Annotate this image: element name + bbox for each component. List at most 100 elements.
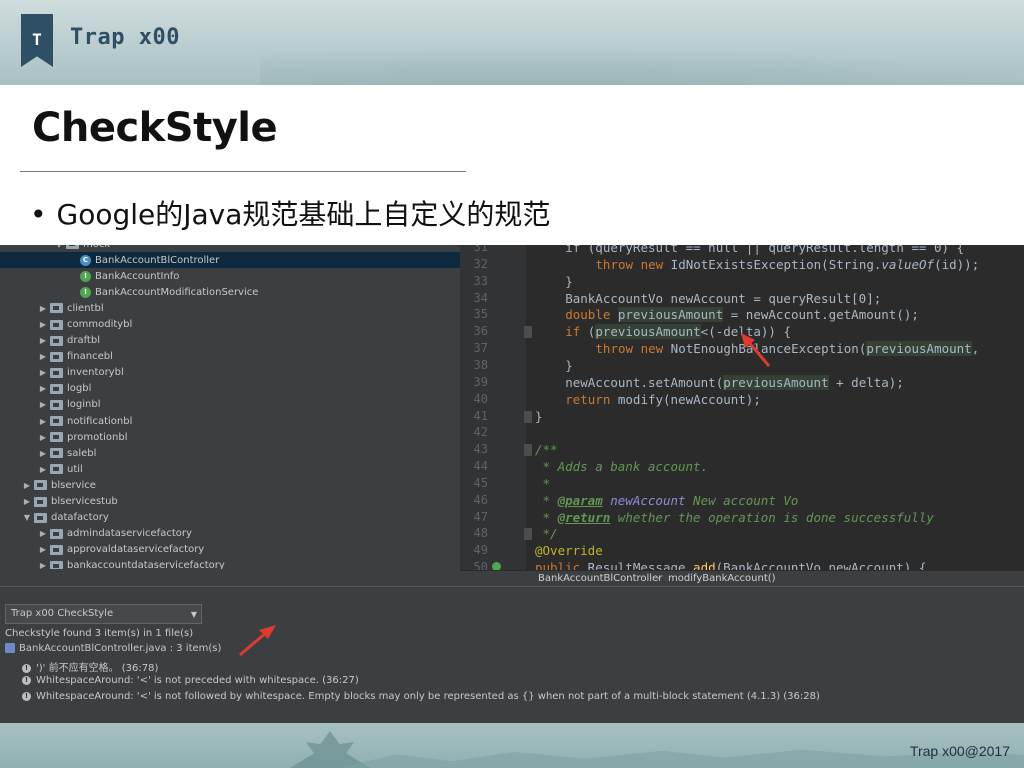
line-number: 36 [473, 324, 488, 339]
code-line[interactable]: 45 * [460, 476, 1024, 493]
line-number: 41 [473, 408, 488, 423]
code-text: BankAccountVo newAccount = queryResult[0… [565, 290, 882, 306]
tree-item[interactable]: C BankAccountBlController [0, 252, 460, 269]
checkstyle-item[interactable]: ! WhitespaceAround: '<' is not preceded w… [22, 675, 359, 686]
tree-item[interactable]: ▶ blservicestub [0, 494, 460, 510]
tree-item-label: approvaldataservicefactory [67, 544, 205, 556]
logo-badge-icon: T [21, 14, 53, 67]
tree-item[interactable]: ▶ inventorybl [0, 365, 460, 381]
expand-right-icon[interactable]: ▶ [38, 433, 48, 442]
expand-right-icon[interactable]: ▶ [38, 417, 48, 426]
checkstyle-profile-select[interactable]: Trap x00 CheckStyle ▼ [5, 604, 202, 624]
code-line[interactable]: 42 [460, 425, 1024, 442]
interface-icon: I [80, 270, 91, 282]
warning-icon: ! [22, 691, 31, 701]
tree-item[interactable]: ▶ commoditybl [0, 316, 460, 332]
fold-marker-icon[interactable] [524, 410, 532, 423]
package-folder-icon [50, 303, 63, 314]
code-text: if (queryResult == null || queryResult.l… [565, 245, 965, 255]
code-line[interactable]: 43 /** [460, 442, 1024, 459]
code-line[interactable]: 44 * Adds a bank account. [460, 459, 1024, 476]
tree-item-label: loginbl [67, 399, 101, 411]
tree-item[interactable]: ▼ mock [0, 245, 460, 252]
tree-item-label: admindataservicefactory [67, 528, 192, 540]
line-number: 47 [473, 509, 488, 524]
expand-right-icon[interactable]: ▶ [22, 481, 32, 490]
expand-right-icon[interactable]: ▶ [38, 320, 48, 329]
code-text: return modify(newAccount); [565, 391, 761, 407]
expand-right-icon[interactable]: ▶ [38, 336, 48, 345]
tree-item[interactable]: ▶ salebl [0, 445, 460, 461]
expand-right-icon[interactable]: ▶ [38, 449, 48, 458]
expand-right-icon[interactable]: ▶ [38, 545, 48, 554]
expand-right-icon[interactable]: ▶ [38, 400, 48, 409]
package-folder-icon [34, 512, 47, 523]
tree-item[interactable]: I BankAccountModificationService [0, 284, 460, 300]
checkstyle-item[interactable]: ! ')' 前不应有空格。 (36:78) [22, 659, 158, 674]
line-number: 31 [473, 245, 488, 254]
code-line[interactable]: 40 return modify(newAccount); [460, 392, 1024, 409]
expand-right-icon[interactable]: ▶ [38, 352, 48, 361]
code-line[interactable]: 41} [460, 409, 1024, 426]
tree-item[interactable]: ▶ admindataservicefactory [0, 526, 460, 542]
code-line[interactable]: 47 * @return whether the operation is do… [460, 510, 1024, 527]
tree-item[interactable]: ▶ clientbl [0, 300, 460, 316]
tree-item-label: commoditybl [67, 319, 133, 331]
code-line[interactable]: 31 if (queryResult == null || queryResult… [460, 245, 1024, 257]
tree-item-label: salebl [67, 447, 97, 459]
tree-item[interactable]: ▶ loginbl [0, 397, 460, 413]
tree-item-label: inventorybl [67, 367, 124, 379]
breadcrumb-class[interactable]: BankAccountBlController [538, 573, 662, 584]
tree-item[interactable]: I BankAccountInfo [0, 268, 460, 284]
code-line[interactable]: 32 throw new IdNotExistsException(String.… [460, 257, 1024, 274]
tree-item[interactable]: ▶ blservice [0, 477, 460, 493]
tree-item[interactable]: ▶ bankaccountdataservicefactory [0, 558, 460, 569]
code-line[interactable]: 39 newAccount.setAmount(previousAmount + … [460, 374, 1024, 392]
tree-item[interactable]: ▶ util [0, 461, 460, 477]
fold-marker-icon[interactable] [524, 528, 532, 541]
code-line[interactable]: 46 * @param newAccount New account Vo [460, 493, 1024, 510]
code-line[interactable]: 48 */ [460, 526, 1024, 543]
expand-right-icon[interactable]: ▶ [38, 304, 48, 313]
tree-item[interactable]: ▶ draftbl [0, 333, 460, 349]
tree-item[interactable]: ▶ promotionbl [0, 429, 460, 445]
expand-down-icon[interactable]: ▼ [54, 245, 64, 249]
tree-item[interactable]: ▶ approvaldataservicefactory [0, 542, 460, 558]
breadcrumb-separator: › [656, 573, 660, 584]
line-number: 39 [473, 374, 488, 389]
breadcrumb-method[interactable]: modifyBankAccount() [668, 573, 776, 584]
tree-item-label: logbl [67, 383, 92, 395]
line-number: 48 [473, 526, 488, 541]
tree-item-label: mock [83, 245, 110, 250]
tree-item[interactable]: ▶ financebl [0, 349, 460, 365]
override-marker-icon[interactable] [492, 562, 501, 570]
expand-right-icon[interactable]: ▶ [38, 384, 48, 393]
code-line[interactable]: 33} [460, 274, 1024, 291]
slide-bullet: • Google的Java规范基础上自定义的规范 [30, 193, 550, 233]
fold-marker-icon[interactable] [524, 444, 532, 457]
code-editor[interactable]: 31 if (queryResult == null || queryResult… [460, 245, 1024, 570]
line-number: 32 [473, 256, 488, 271]
line-number: 44 [473, 459, 488, 474]
expand-right-icon[interactable]: ▶ [38, 368, 48, 377]
tree-item[interactable]: ▼ datafactory [0, 510, 460, 526]
expand-right-icon[interactable]: ▶ [38, 561, 48, 569]
expand-down-icon[interactable]: ▼ [22, 513, 32, 522]
code-line[interactable]: 34 BankAccountVo newAccount = queryResult… [460, 291, 1024, 308]
tree-item[interactable]: ▶ notificationbl [0, 413, 460, 429]
project-tree: ▼ mock C BankAccountBlController I BankAccoun… [0, 245, 460, 569]
checkstyle-file-node[interactable]: BankAccountBlController.java : 3 item(s) [5, 643, 221, 654]
code-line[interactable]: 49 @Override [460, 543, 1024, 560]
checkstyle-item[interactable]: ! WhitespaceAround: '<' is not followed b… [22, 691, 820, 702]
code-line[interactable]: 50 public ResultMessage add(BankAccountVo… [460, 560, 1024, 570]
code-line[interactable]: 35 double previousAmount = newAccount.get… [460, 307, 1024, 324]
editor-breadcrumb: BankAccountBlController › modifyBankAcco… [460, 570, 1024, 586]
tree-item[interactable]: ▶ logbl [0, 381, 460, 397]
fold-marker-icon[interactable] [524, 326, 532, 339]
expand-right-icon[interactable]: ▶ [38, 529, 48, 538]
tree-item-label: blservice [51, 479, 96, 491]
line-number: 40 [473, 391, 488, 406]
bullet-dot: • [30, 198, 47, 231]
expand-right-icon[interactable]: ▶ [22, 497, 32, 506]
expand-right-icon[interactable]: ▶ [38, 465, 48, 474]
